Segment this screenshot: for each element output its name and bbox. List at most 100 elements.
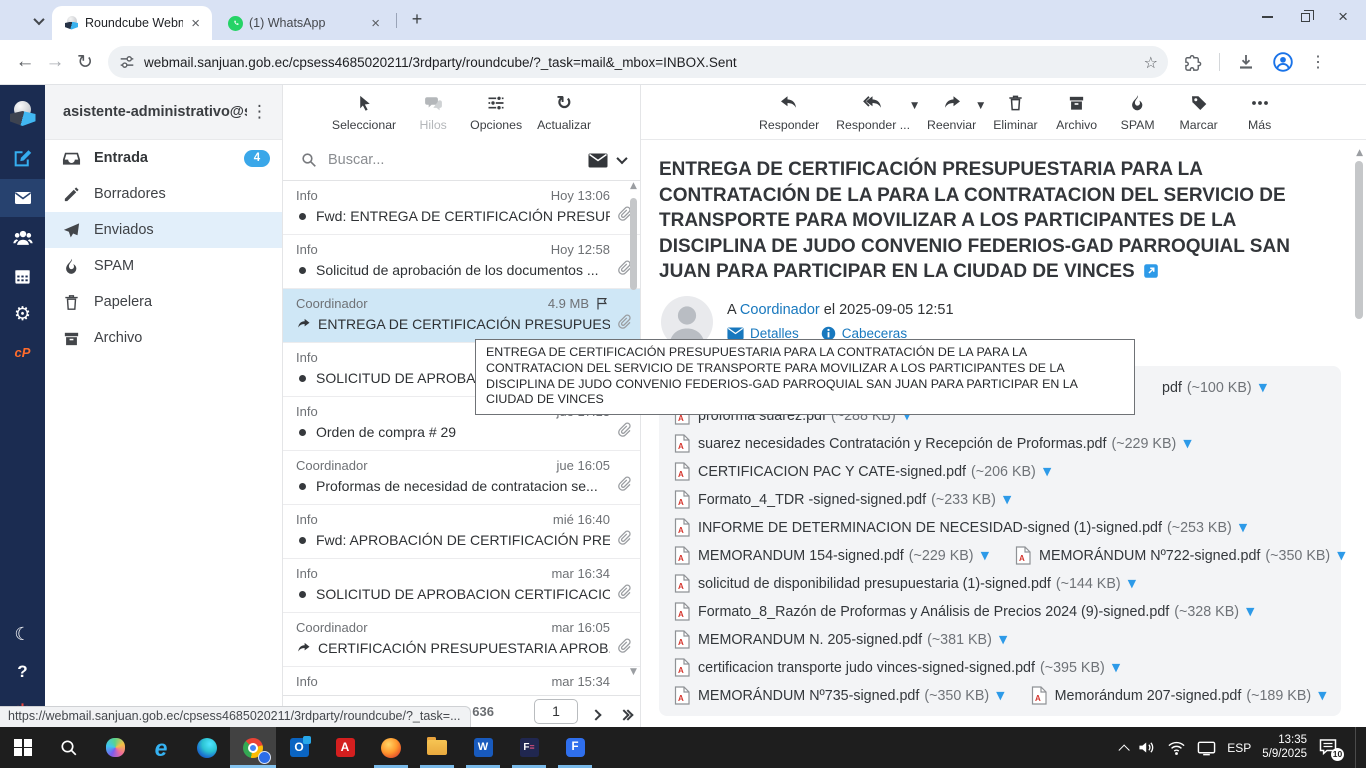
archive-button[interactable]: Archivo <box>1055 92 1099 139</box>
search-options-chevron-icon[interactable] <box>616 153 627 164</box>
message-row[interactable]: InfoHoy 12:58Solicitud de aprobación de … <box>283 235 640 289</box>
taskbar-app-f1-button[interactable]: F≡ <box>506 727 552 768</box>
sidebar-item-entrada[interactable]: Entrada 4 <box>45 140 282 176</box>
attachment-dropdown-icon[interactable]: ▼ <box>1112 661 1120 674</box>
tab-close-icon[interactable]: × <box>369 15 382 32</box>
attachment-dropdown-icon[interactable]: ▼ <box>1246 605 1254 618</box>
refresh-button[interactable]: ↻ Actualizar <box>537 92 591 140</box>
dark-mode-moon-icon[interactable]: ☾ <box>0 617 45 651</box>
attachment-name[interactable]: MEMORÁNDUM Nº735-signed.pdf <box>698 688 919 704</box>
start-button[interactable] <box>0 727 46 768</box>
cast-screen-icon[interactable] <box>1197 740 1216 756</box>
spam-button[interactable]: SPAM <box>1116 92 1160 139</box>
attachment-item[interactable]: Acertificacion transporte judo vinces-si… <box>674 658 1120 677</box>
downloads-icon[interactable] <box>1236 52 1256 72</box>
attachment-name[interactable]: INFORME DE DETERMINACION DE NECESIDAD-si… <box>698 520 1162 536</box>
tab-whatsapp[interactable]: (1) WhatsApp × <box>216 6 392 40</box>
taskbar-clock[interactable]: 13:355/9/2025 <box>1262 734 1307 761</box>
search-placeholder[interactable]: Buscar... <box>328 152 578 168</box>
cpanel-icon[interactable]: cP <box>0 335 45 369</box>
taskbar-internet-explorer-button[interactable]: e <box>138 727 184 768</box>
browser-menu-icon[interactable]: ⋮ <box>1310 52 1326 72</box>
tab-roundcube[interactable]: Roundcube Webmail :: Enviados × <box>52 6 212 40</box>
attachment-dropdown-icon[interactable]: ▼ <box>1183 437 1191 450</box>
scroll-up-icon[interactable]: ▲ <box>627 181 640 191</box>
extensions-icon[interactable] <box>1184 53 1203 72</box>
attachment-dropdown-icon[interactable]: ▼ <box>1259 381 1267 394</box>
attachment-name[interactable]: Memorándum 207-signed.pdf <box>1055 688 1242 704</box>
compose-icon[interactable] <box>0 141 45 175</box>
forward-button[interactable]: → <box>40 51 70 73</box>
message-row[interactable]: Infomié 16:40Fwd: APROBACIÓN DE CERTIFIC… <box>283 505 640 559</box>
taskbar-file-explorer-button[interactable] <box>414 727 460 768</box>
window-close-button[interactable]: × <box>1338 12 1348 22</box>
attachment-item[interactable]: AMEMORÁNDUM Nº735-signed.pdf(~350 KB)▼ <box>674 686 1005 705</box>
new-tab-button[interactable]: + <box>406 9 428 31</box>
back-button[interactable]: ← <box>10 51 40 73</box>
contacts-icon[interactable] <box>0 221 45 255</box>
sidebar-item-enviados[interactable]: Enviados <box>45 212 282 248</box>
delete-button[interactable]: Eliminar <box>993 92 1037 139</box>
attachment-item[interactable]: AMEMORANDUM N. 205-signed.pdf(~381 KB)▼ <box>674 630 1007 649</box>
message-row[interactable]: Infomar 16:34SOLICITUD DE APROBACION CER… <box>283 559 640 613</box>
attachment-dropdown-icon[interactable]: ▼ <box>981 549 989 562</box>
sidebar-item-papelera[interactable]: Papelera <box>45 284 282 320</box>
attachment-name[interactable]: MEMORANDUM N. 205-signed.pdf <box>698 632 922 648</box>
sidebar-item-borradores[interactable]: Borradores <box>45 176 282 212</box>
taskbar-app-f2-button[interactable]: F <box>552 727 598 768</box>
taskbar-search-button[interactable] <box>46 727 92 768</box>
url-text[interactable]: webmail.sanjuan.gob.ec/cpsess4685020211/… <box>144 55 1144 70</box>
show-desktop-button[interactable] <box>1355 727 1360 768</box>
attachment-dropdown-icon[interactable]: ▼ <box>1318 689 1326 702</box>
tab-search-button[interactable] <box>30 12 48 30</box>
account-menu-icon[interactable]: ⋮ <box>247 102 272 122</box>
scroll-down-icon[interactable]: ▼ <box>627 667 640 677</box>
attachment-item[interactable]: Asolicitud de disponibilidad presupuesta… <box>674 574 1136 593</box>
taskbar-edge-button[interactable] <box>184 727 230 768</box>
message-row[interactable]: Coordinadorjue 16:05Proformas de necesid… <box>283 451 640 505</box>
attachment-dropdown-icon[interactable]: ▼ <box>1337 549 1345 562</box>
list-scrollbar[interactable]: ▲ ▼ <box>627 181 640 695</box>
taskbar-outlook-button[interactable]: O <box>276 727 322 768</box>
calendar-icon[interactable] <box>0 259 45 293</box>
attachment-item[interactable]: AMemorándum 207-signed.pdf(~189 KB)▼ <box>1031 686 1327 705</box>
next-page-button[interactable] <box>592 706 600 724</box>
attachment-item[interactable]: ACERTIFICACION PAC Y CATE-signed.pdf(~20… <box>674 462 1051 481</box>
search-scope-mail-icon[interactable] <box>588 153 608 168</box>
attachment-dropdown-icon[interactable]: ▼ <box>999 633 1007 646</box>
attachment-dropdown-icon[interactable]: ▼ <box>996 689 1004 702</box>
attachment-dropdown-icon[interactable]: ▼ <box>1239 521 1247 534</box>
more-button[interactable]: Más <box>1238 92 1282 139</box>
attachment-dropdown-icon[interactable]: ▼ <box>1043 465 1051 478</box>
sidebar-item-spam[interactable]: SPAM <box>45 248 282 284</box>
site-settings-icon[interactable] <box>118 53 136 71</box>
reply-all-button[interactable]: Responder ... ▼ <box>836 92 910 139</box>
list-scroll-thumb[interactable] <box>630 198 637 290</box>
sidebar-item-archivo[interactable]: Archivo <box>45 320 282 356</box>
bookmark-star-icon[interactable]: ☆ <box>1144 53 1158 72</box>
attachment-dropdown-icon[interactable]: ▼ <box>1003 493 1011 506</box>
options-button[interactable]: Opciones <box>470 92 522 140</box>
taskbar-acrobat-button[interactable]: A <box>322 727 368 768</box>
taskbar-copilot-button[interactable] <box>92 727 138 768</box>
keyboard-language[interactable]: ESP <box>1227 741 1251 755</box>
attachment-name[interactable]: CERTIFICACION PAC Y CATE-signed.pdf <box>698 464 966 480</box>
mail-icon[interactable] <box>0 179 45 217</box>
attachment-item[interactable]: AINFORME DE DETERMINACION DE NECESIDAD-s… <box>674 518 1247 537</box>
attachment-name[interactable]: certificacion transporte judo vinces-sig… <box>698 660 1035 676</box>
window-restore-button[interactable] <box>1301 13 1310 22</box>
mark-button[interactable]: Marcar <box>1177 92 1221 139</box>
notification-center-icon[interactable]: 10 <box>1318 738 1340 758</box>
address-bar[interactable]: webmail.sanjuan.gob.ec/cpsess4685020211/… <box>108 46 1168 78</box>
attachment-name[interactable]: Formato_4_TDR -signed-signed.pdf <box>698 492 926 508</box>
attachment-item[interactable]: Asuarez necesidades Contratación y Recep… <box>674 434 1192 453</box>
last-page-button[interactable] <box>620 706 632 724</box>
attachment-name[interactable]: pdf <box>1162 380 1182 396</box>
message-row[interactable]: Coordinador4.9 MBENTREGA DE CERTIFICACIÓ… <box>283 289 640 343</box>
attachment-item[interactable]: AFormato_8_Razón de Proformas y Análisis… <box>674 602 1255 621</box>
attachment-name[interactable]: MEMORANDUM 154-signed.pdf <box>698 548 904 564</box>
tray-overflow-chevron-icon[interactable] <box>1119 744 1130 755</box>
window-minimize-button[interactable] <box>1262 16 1273 17</box>
attachment-item[interactable]: AMEMORANDUM 154-signed.pdf(~229 KB)▼ <box>674 546 989 565</box>
reply-all-dropdown-icon[interactable]: ▼ <box>911 101 918 111</box>
